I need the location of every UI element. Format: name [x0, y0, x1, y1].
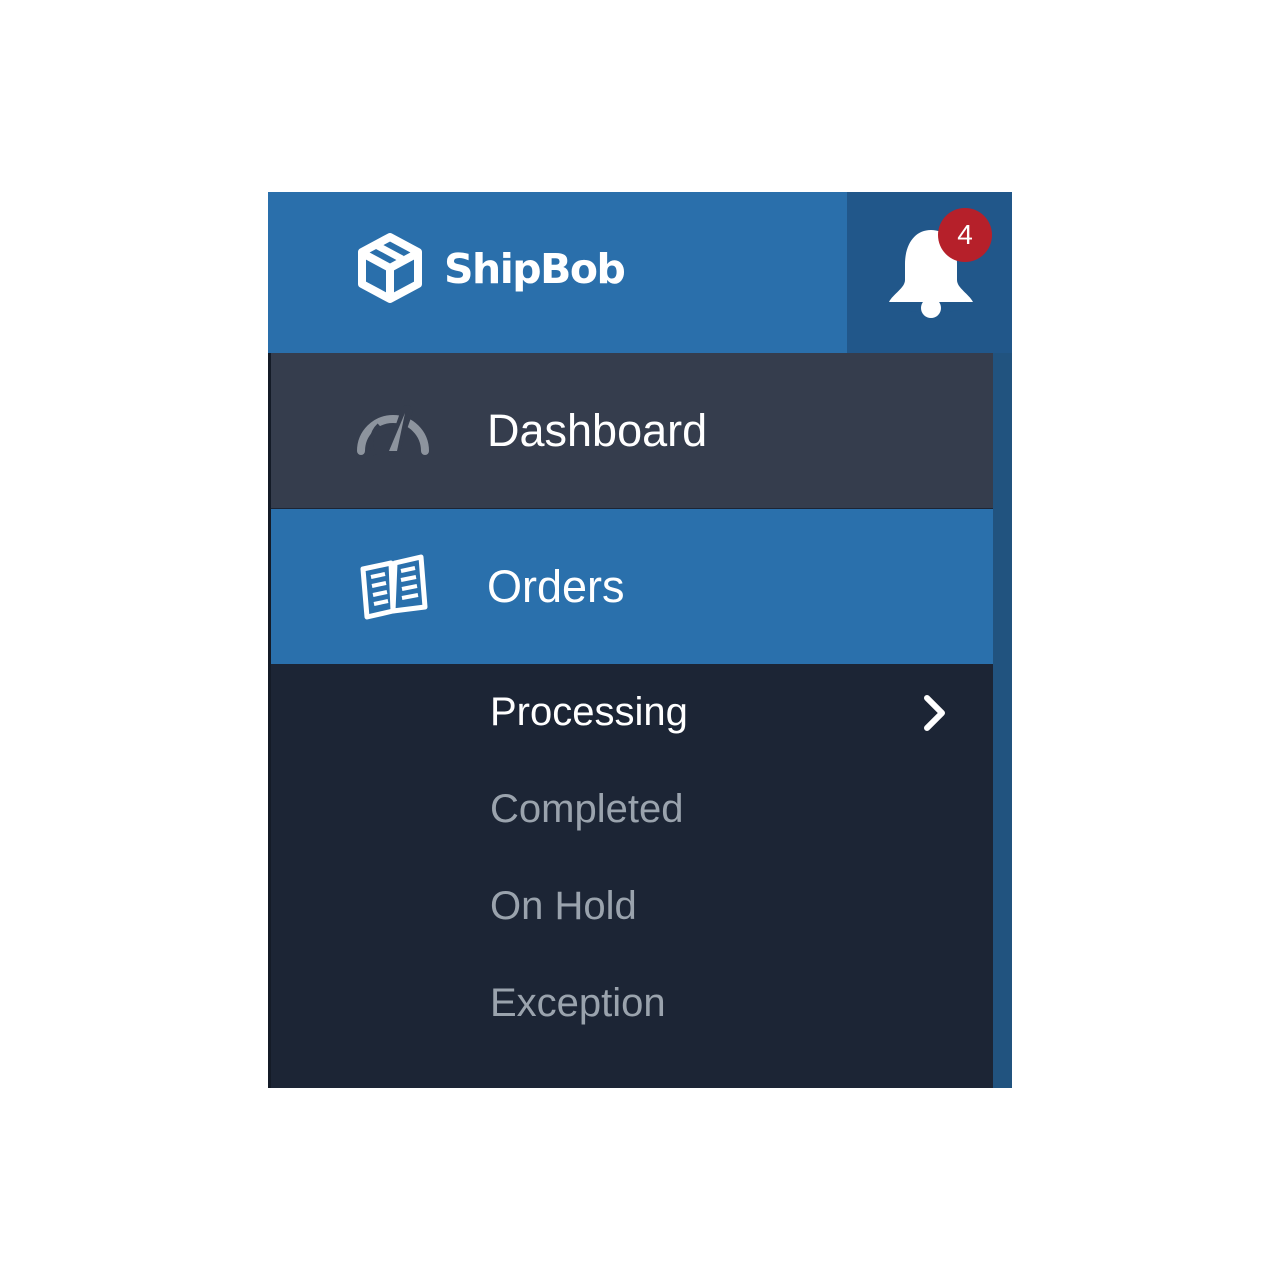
- orders-submenu: Processing Completed On Hold Exception: [271, 664, 993, 1088]
- speedometer-icon: [357, 405, 429, 457]
- submenu-item-processing[interactable]: Processing: [271, 664, 993, 761]
- submenu-item-completed[interactable]: Completed: [271, 761, 993, 858]
- notifications-button[interactable]: 4: [847, 192, 1012, 353]
- submenu-item-label: Processing: [490, 690, 688, 734]
- submenu-item-label: Exception: [490, 981, 666, 1025]
- chevron-right-icon: [924, 695, 945, 731]
- sidebar-header: ShipBob 4: [268, 192, 1012, 353]
- sidebar-item-orders[interactable]: Orders: [271, 509, 993, 664]
- brand-home-link[interactable]: ShipBob: [268, 192, 847, 353]
- sidebar-item-label: Orders: [487, 561, 625, 612]
- submenu-item-on-hold[interactable]: On Hold: [271, 858, 993, 955]
- submenu-item-label: Completed: [490, 787, 684, 831]
- notification-count-badge: 4: [938, 208, 992, 262]
- submenu-item-label: On Hold: [490, 884, 637, 928]
- shipbob-box-logo-icon: [358, 233, 422, 303]
- left-edge: [268, 353, 271, 1088]
- sidebar-panel: ShipBob 4 Dashboard Orders Processing Co…: [268, 192, 1012, 1088]
- open-book-icon: [360, 554, 428, 620]
- submenu-item-exception[interactable]: Exception: [271, 955, 993, 1052]
- scrollbar-track[interactable]: [993, 353, 1012, 1088]
- sidebar-item-label: Dashboard: [487, 405, 708, 456]
- sidebar-item-dashboard[interactable]: Dashboard: [271, 353, 993, 508]
- brand-name: ShipBob: [444, 245, 626, 293]
